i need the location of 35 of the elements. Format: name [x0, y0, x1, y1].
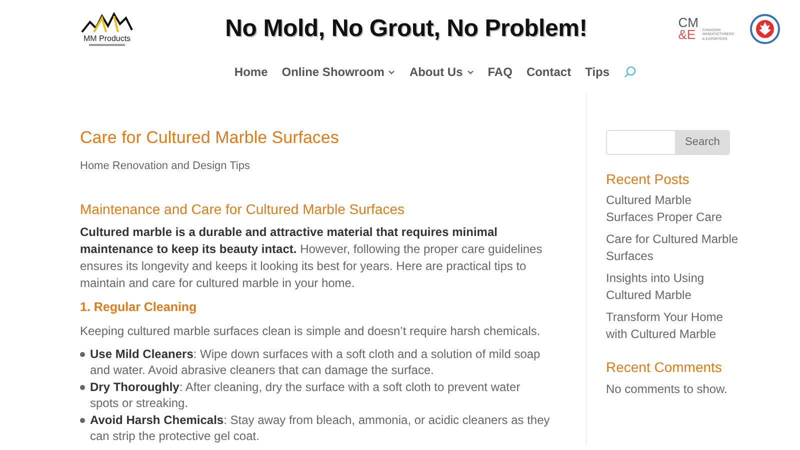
logo-mark: &E: [678, 29, 696, 41]
search-button[interactable]: Search: [675, 130, 730, 155]
intro-paragraph: Cultured marble is a durable and attractive material that requires minimal maintenance to keep its beauty intact. However, following the proper care guidelines ensures its longevity and keeps it looking its best for years. Here are practical tips to maintain and care for cultured marble in your home.: [80, 224, 544, 292]
recent-post-link[interactable]: Cultured Marble Surfaces Proper Care: [606, 192, 741, 226]
nav-link-item[interactable]: Home: [234, 63, 268, 81]
nav-link-item[interactable]: Tips: [585, 63, 610, 81]
bullet-icon: [80, 418, 85, 423]
recent-post-link[interactable]: Insights into Using Cultured Marble: [606, 270, 741, 304]
section-heading: Maintenance and Care for Cultured Marble Surfaces: [80, 200, 406, 218]
bullet-item: Dry Thoroughly: After cleaning, dry the surface with a soft cloth to prevent water spots or streaking.: [90, 378, 552, 412]
post-title: Care for Cultured Marble Surfaces: [80, 128, 340, 148]
recent-post-link[interactable]: Care for Cultured Marble Surfaces: [606, 230, 741, 265]
search-icon[interactable]: [624, 66, 636, 78]
mountain-icon: [80, 12, 134, 34]
paragraph: Keeping cultured marble surfaces clean is simple and doesn’t require harsh chemicals.: [80, 322, 542, 340]
nav-link-item[interactable]: Online Showroom: [282, 63, 396, 81]
bullet-icon: [80, 352, 85, 357]
bullet-icon: [80, 384, 85, 390]
bullet-item: Avoid Harsh Chemicals: Stay away from bleach, ammonia, or acidic cleaners as they can strip the protective gel coat.: [90, 412, 552, 445]
logo[interactable]: MM Products: [80, 12, 134, 46]
banner-heading: No Mold, No Grout, No Problem!: [225, 14, 588, 44]
logo-text: MM Products: [83, 34, 131, 43]
search-field[interactable]: [606, 130, 675, 155]
subheading: 1. Regular Cleaning: [80, 300, 198, 315]
widget-title: Recent Comments: [606, 358, 723, 376]
recent-post-link[interactable]: Transform Your Home with Cultured Marble: [606, 308, 741, 343]
nav-link-item[interactable]: Contact: [526, 63, 572, 81]
no-comments-text: No comments to show.: [606, 380, 728, 398]
logo-mark: CM: [678, 17, 698, 29]
nav-link-item[interactable]: About Us: [409, 63, 474, 81]
seal-icon[interactable]: [750, 14, 780, 44]
nav-link-item[interactable]: FAQ: [488, 63, 512, 81]
widget-title: Recent Posts: [606, 171, 690, 188]
category-link[interactable]: Home Renovation and Design Tips: [80, 158, 250, 175]
bullet-item: Use Mild Cleaners: Wipe down surfaces with a soft cloth and a solution of mild soap and water. Avoid abrasive cleaners that can damage the surface.: [90, 346, 552, 379]
